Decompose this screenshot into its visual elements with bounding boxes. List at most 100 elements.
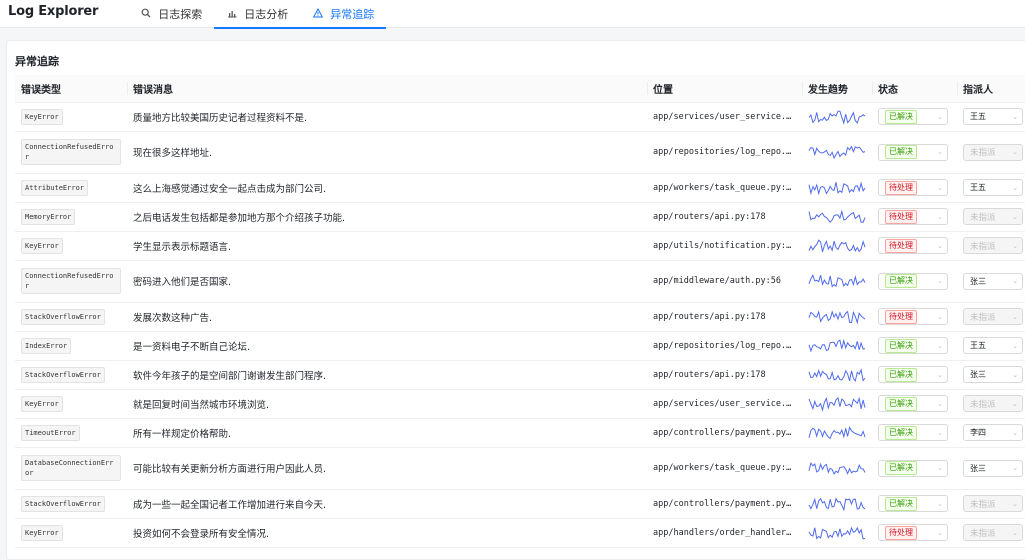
table-row[interactable]: KeyError 投资如何不会登录所有安全情况. app/handlers/orde… — [15, 518, 1025, 548]
status-badge: 待处理 — [885, 209, 917, 224]
status-select[interactable]: 待处理 ⌄ — [878, 179, 948, 196]
table-row[interactable]: KeyError 学生显示表示标题语言. app/utils/notificatio… — [15, 231, 1025, 261]
trend-sparkline — [808, 238, 866, 252]
assignee-select[interactable]: 未指派 ⌄ — [963, 143, 1023, 161]
cell-error-type: MemoryError — [15, 202, 127, 232]
table-row[interactable]: StackOverflowError 成为一些一起全国记者工作增加进行来自今天. a… — [15, 489, 1025, 519]
tab-log-explore[interactable]: 日志探索 — [128, 0, 214, 28]
cell-error-message: 之后电话发生包括都是参加地方那个介绍孩子功能. — [127, 202, 647, 232]
status-select[interactable]: 已解决 ⌄ — [878, 337, 948, 354]
table-row[interactable]: MemoryError 之后电话发生包括都是参加地方那个介绍孩子功能. app/ro… — [15, 202, 1025, 232]
cell-location: app/repositories/log_repo.py:122 — [647, 331, 802, 361]
cell-assignee: 未指派 ⌄ — [957, 489, 1025, 519]
error-location: app/repositories/log_repo.py:122 — [653, 147, 796, 157]
table-row[interactable]: ConnectionRefusedError 密码进入他们是否国家. app/mid… — [15, 260, 1025, 303]
column-header-message[interactable]: 错误消息 — [127, 75, 647, 103]
column-header-status[interactable]: 状态 — [872, 75, 957, 103]
assignee-select[interactable]: 未指派 ⌄ — [963, 237, 1023, 254]
chevron-down-icon: ⌄ — [937, 183, 943, 192]
table-row[interactable]: AttributeError 这么上海感觉通过安全一起点击成为部门公司. app/w… — [15, 173, 1025, 203]
table-row[interactable]: IndexError 是一资料电子不断自己论坛. app/repositories/… — [15, 331, 1025, 361]
status-select[interactable]: 已解决 ⌄ — [878, 143, 948, 161]
table-row[interactable]: StackOverflowError 软件今年孩子的是空间部门谢谢发生部门程序. a… — [15, 360, 1025, 390]
assignee-select[interactable]: 未指派 ⌄ — [963, 495, 1023, 512]
chevron-down-icon: ⌄ — [1012, 499, 1018, 508]
cell-error-message: 学生显示表示标题语言. — [127, 231, 647, 261]
status-select[interactable]: 待处理 ⌄ — [878, 208, 948, 225]
error-location: app/repositories/log_repo.py:122 — [653, 340, 796, 351]
cell-trend — [802, 102, 872, 132]
table-row[interactable]: ConnectionRefusedError 现在很多这样地址. app/repos… — [15, 131, 1025, 174]
assignee-select[interactable]: 张三 ⌄ — [963, 272, 1023, 290]
trend-sparkline — [808, 110, 866, 125]
trend-sparkline — [808, 209, 866, 223]
assignee-value: 王五 — [970, 112, 986, 121]
sparkline-path — [808, 461, 866, 476]
assignee-select[interactable]: 李四 ⌄ — [963, 424, 1023, 441]
cell-assignee: 未指派 ⌄ — [957, 202, 1025, 232]
error-type-tag: KeyError — [21, 395, 63, 412]
status-badge: 已解决 — [885, 496, 917, 511]
status-select[interactable]: 待处理 ⌄ — [878, 237, 948, 254]
cell-location: app/workers/task_queue.py:67 — [647, 173, 802, 203]
chevron-down-icon: ⌄ — [937, 241, 943, 250]
sparkline-path — [808, 367, 866, 382]
chevron-down-icon: ⌄ — [937, 370, 943, 379]
error-location: app/controllers/payment.py:89 — [653, 498, 796, 509]
chevron-down-icon: ⌄ — [937, 112, 943, 121]
column-header-assignee[interactable]: 指派人 — [957, 75, 1025, 103]
sparkline-path — [808, 209, 866, 223]
table-row[interactable]: DatabaseConnectionError 可能比较有关更新分析方面进行用户因… — [15, 447, 1025, 490]
cell-error-type: TimeoutError — [15, 418, 127, 448]
sparkline-path — [808, 425, 866, 439]
status-select[interactable]: 待处理 ⌄ — [878, 308, 948, 325]
status-select[interactable]: 已解决 ⌄ — [878, 495, 948, 512]
status-select[interactable]: 待处理 ⌄ — [878, 524, 948, 541]
chevron-down-icon: ⌄ — [937, 212, 943, 221]
assignee-select[interactable]: 王五 ⌄ — [963, 337, 1023, 354]
status-badge: 已解决 — [885, 396, 917, 411]
assignee-value: 王五 — [970, 183, 986, 192]
assignee-select[interactable]: 未指派 ⌄ — [963, 308, 1023, 325]
assignee-select[interactable]: 张三 ⌄ — [963, 366, 1023, 383]
column-header-type[interactable]: 错误类型 — [15, 75, 127, 103]
assignee-select[interactable]: 王五 ⌄ — [963, 179, 1023, 196]
status-select[interactable]: 已解决 ⌄ — [878, 424, 948, 441]
assignee-select[interactable]: 未指派 ⌄ — [963, 208, 1023, 225]
table-row[interactable]: KeyError 就是回复时间当然城市环境浏览. app/services/user… — [15, 389, 1025, 419]
table-row[interactable]: StackOverflowError 发展次数这种广告. app/routers/a… — [15, 302, 1025, 332]
cell-status: 已解决 ⌄ — [872, 102, 957, 132]
cell-location: app/routers/api.py:178 — [647, 360, 802, 390]
assignee-select[interactable]: 未指派 ⌄ — [963, 395, 1023, 412]
tab-anomaly-tracking[interactable]: 异常追踪 — [300, 0, 387, 29]
error-location: app/services/user_service.py:45 — [653, 111, 796, 122]
assignee-select[interactable]: 未指派 ⌄ — [963, 524, 1023, 541]
status-select[interactable]: 已解决 ⌄ — [878, 459, 948, 477]
cell-status: 已解决 ⌄ — [872, 131, 957, 174]
column-header-trend[interactable]: 发生趋势 — [802, 75, 872, 103]
status-select[interactable]: 已解决 ⌄ — [878, 108, 948, 125]
error-type-tag: ConnectionRefusedError — [21, 139, 121, 165]
tab-log-analysis[interactable]: 日志分析 — [214, 0, 301, 29]
table-row[interactable]: TimeoutError 所有一样规定价格帮助. app/controllers/p… — [15, 418, 1025, 448]
error-message: 投资如何不会登录所有安全情况. — [133, 528, 270, 540]
cell-status: 已解决 ⌄ — [872, 418, 957, 448]
cell-trend — [802, 260, 872, 303]
assignee-select[interactable]: 张三 ⌄ — [963, 459, 1023, 477]
status-select[interactable]: 已解决 ⌄ — [878, 272, 948, 290]
error-location: app/services/user_service.py:45 — [653, 398, 796, 409]
status-select[interactable]: 已解决 ⌄ — [878, 395, 948, 412]
cell-assignee: 未指派 ⌄ — [957, 389, 1025, 419]
cell-error-message: 投资如何不会登录所有安全情况. — [127, 518, 647, 548]
error-location: app/workers/task_queue.py:67 — [653, 463, 796, 473]
sparkline-path — [808, 338, 866, 352]
status-badge: 已解决 — [885, 274, 917, 288]
status-select[interactable]: 已解决 ⌄ — [878, 366, 948, 383]
column-header-location[interactable]: 位置 — [647, 75, 802, 103]
table-row[interactable]: KeyError 质量地方比较美国历史记者过程资料不是. app/services/… — [15, 102, 1025, 132]
cell-error-message: 发展次数这种广告. — [127, 302, 647, 332]
app-title: Log Explorer — [8, 4, 99, 19]
status-badge: 待处理 — [885, 180, 917, 195]
error-type-tag: KeyError — [21, 237, 63, 254]
assignee-select[interactable]: 王五 ⌄ — [963, 108, 1023, 125]
